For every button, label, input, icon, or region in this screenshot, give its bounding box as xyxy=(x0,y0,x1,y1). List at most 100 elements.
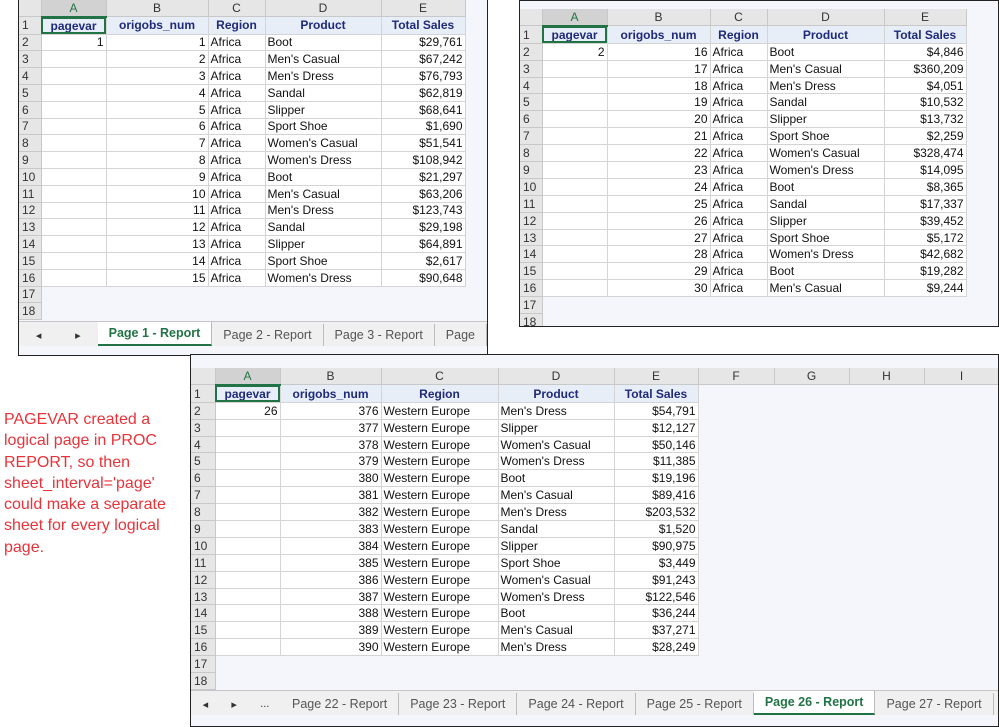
cell[interactable]: Africa xyxy=(710,263,767,280)
column-header-a[interactable]: A xyxy=(215,368,280,385)
cell[interactable]: $76,793 xyxy=(381,68,465,85)
cell[interactable]: Sport Shoe xyxy=(767,229,884,246)
cell[interactable]: Slipper xyxy=(767,111,884,128)
empty-cell[interactable] xyxy=(710,314,767,327)
cell[interactable]: Africa xyxy=(710,195,767,212)
column-header-f[interactable]: F xyxy=(698,368,774,385)
cell[interactable]: Boot xyxy=(498,605,614,622)
cell[interactable]: Men's Casual xyxy=(767,280,884,297)
empty-cell[interactable] xyxy=(924,605,999,622)
cell[interactable]: Africa xyxy=(208,236,265,253)
row-header[interactable]: 2 xyxy=(19,34,41,51)
row-header[interactable]: 14 xyxy=(191,605,215,622)
empty-cell[interactable] xyxy=(774,419,849,436)
cell[interactable]: $29,761 xyxy=(381,34,465,51)
cell[interactable]: 2 xyxy=(542,43,607,60)
cell[interactable]: Western Europe xyxy=(381,402,498,419)
cell[interactable]: $90,975 xyxy=(614,537,698,554)
empty-cell[interactable] xyxy=(381,303,465,320)
cell[interactable]: 17 xyxy=(607,60,710,77)
cell[interactable]: Western Europe xyxy=(381,537,498,554)
column-header-a[interactable]: A xyxy=(542,9,607,26)
cell[interactable] xyxy=(41,135,106,152)
column-header-c[interactable]: C xyxy=(208,0,265,17)
empty-cell[interactable] xyxy=(849,605,924,622)
row-header[interactable]: 1 xyxy=(520,26,542,43)
cell[interactable]: Africa xyxy=(710,162,767,179)
empty-cell[interactable] xyxy=(849,571,924,588)
row-header[interactable]: 8 xyxy=(520,145,542,162)
row-header[interactable]: 3 xyxy=(191,419,215,436)
empty-cell[interactable] xyxy=(774,622,849,639)
cell[interactable] xyxy=(215,504,280,521)
cell[interactable]: Slipper xyxy=(498,419,614,436)
empty-cell[interactable] xyxy=(774,571,849,588)
empty-cell[interactable] xyxy=(924,521,999,538)
cell[interactable]: Sport Shoe xyxy=(265,252,381,269)
sheet-tab[interactable]: Page 24 - Report xyxy=(517,693,635,715)
cell[interactable] xyxy=(542,229,607,246)
cell[interactable] xyxy=(41,84,106,101)
row-header[interactable]: 12 xyxy=(19,202,41,219)
row-header[interactable]: 17 xyxy=(191,656,215,673)
cell[interactable] xyxy=(215,470,280,487)
empty-cell[interactable] xyxy=(698,537,774,554)
empty-cell[interactable] xyxy=(774,605,849,622)
empty-cell[interactable] xyxy=(265,286,381,303)
column-header-i[interactable]: I xyxy=(924,368,999,385)
scroll-left-icon[interactable]: ◂ xyxy=(203,698,209,711)
cell[interactable] xyxy=(215,622,280,639)
cell[interactable]: 380 xyxy=(280,470,381,487)
cell[interactable]: Women's Dress xyxy=(767,246,884,263)
cell[interactable] xyxy=(215,453,280,470)
cell[interactable]: Africa xyxy=(710,111,767,128)
cell[interactable]: Western Europe xyxy=(381,504,498,521)
cell[interactable]: Africa xyxy=(208,252,265,269)
cell[interactable]: $28,249 xyxy=(614,639,698,656)
column-header-b[interactable]: B xyxy=(607,9,710,26)
cell[interactable]: Western Europe xyxy=(381,554,498,571)
cell[interactable]: Men's Casual xyxy=(265,185,381,202)
row-header[interactable]: 15 xyxy=(19,252,41,269)
cell[interactable] xyxy=(215,537,280,554)
empty-cell[interactable] xyxy=(698,453,774,470)
empty-cell[interactable] xyxy=(924,419,999,436)
cell[interactable]: $62,819 xyxy=(381,84,465,101)
empty-cell[interactable] xyxy=(698,470,774,487)
cell[interactable] xyxy=(542,246,607,263)
cell[interactable]: 379 xyxy=(280,453,381,470)
header-cell[interactable]: pagevar xyxy=(215,385,280,402)
empty-cell[interactable] xyxy=(774,487,849,504)
row-header[interactable]: 3 xyxy=(19,51,41,68)
row-header[interactable]: 15 xyxy=(191,622,215,639)
cell[interactable]: Men's Dress xyxy=(265,68,381,85)
cell[interactable]: 16 xyxy=(607,43,710,60)
column-header-e[interactable]: E xyxy=(614,368,698,385)
row-header[interactable]: 4 xyxy=(191,436,215,453)
row-header[interactable]: 10 xyxy=(520,178,542,195)
cell[interactable]: Africa xyxy=(710,229,767,246)
cell[interactable]: Western Europe xyxy=(381,521,498,538)
row-header[interactable]: 7 xyxy=(19,118,41,135)
empty-cell[interactable] xyxy=(849,419,924,436)
cell[interactable] xyxy=(41,51,106,68)
select-all-corner[interactable] xyxy=(19,0,41,17)
cell[interactable]: Africa xyxy=(208,135,265,152)
cell[interactable]: Western Europe xyxy=(381,453,498,470)
row-header[interactable]: 13 xyxy=(191,588,215,605)
cell[interactable]: 10 xyxy=(106,185,208,202)
row-header[interactable]: 12 xyxy=(520,212,542,229)
empty-cell[interactable] xyxy=(698,504,774,521)
cell[interactable]: Africa xyxy=(710,60,767,77)
cell[interactable]: Sandal xyxy=(767,94,884,111)
row-header[interactable]: 7 xyxy=(520,128,542,145)
empty-cell[interactable] xyxy=(710,297,767,314)
cell[interactable]: $122,546 xyxy=(614,588,698,605)
row-header[interactable]: 3 xyxy=(520,60,542,77)
cell[interactable]: Women's Dress xyxy=(498,588,614,605)
cell[interactable]: 1 xyxy=(41,34,106,51)
cell[interactable]: Boot xyxy=(265,168,381,185)
empty-cell[interactable] xyxy=(774,402,849,419)
cell[interactable]: Sandal xyxy=(498,521,614,538)
cell[interactable]: $108,942 xyxy=(381,152,465,169)
